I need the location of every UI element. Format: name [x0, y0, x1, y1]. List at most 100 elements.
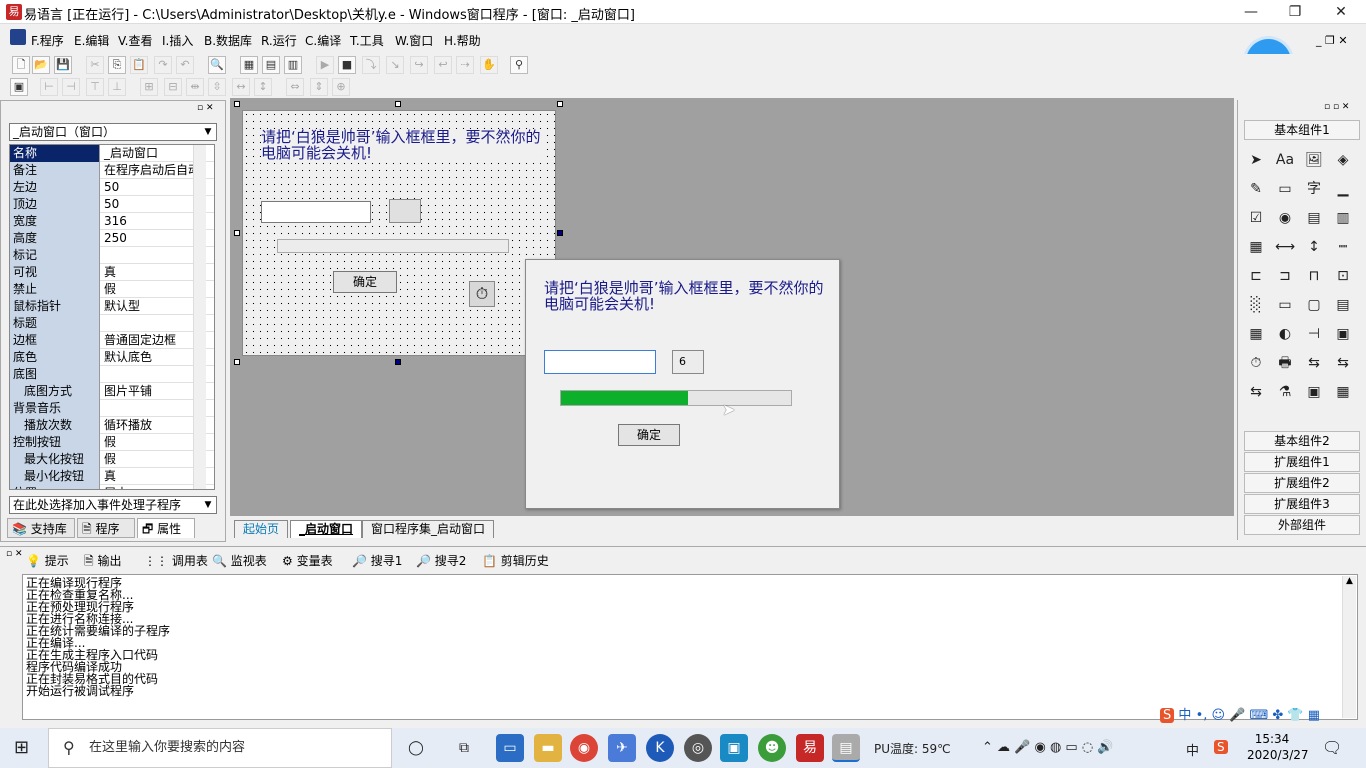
button-icon[interactable]: ▭	[1273, 293, 1297, 317]
answer-input[interactable]	[544, 350, 656, 374]
align-bottom-icon[interactable]: ⊟	[164, 78, 182, 96]
panel-icon[interactable]: ⊐	[1273, 264, 1297, 288]
box-icon[interactable]: ▣	[1302, 380, 1326, 404]
clock[interactable]: 15:34 2020/3/27	[1247, 731, 1309, 763]
menu-database[interactable]: B.数据库	[204, 32, 252, 49]
undo-icon[interactable]: ↶	[176, 56, 194, 74]
property-value[interactable]: 默认底色	[101, 349, 201, 366]
menu-view[interactable]: V.查看	[118, 32, 152, 49]
layout2-icon[interactable]: ▤	[262, 56, 280, 74]
resize-handle[interactable]	[234, 101, 240, 107]
tray-ime-label[interactable]: 中	[1186, 740, 1199, 759]
tab-properties[interactable]: 🗗 属性	[137, 518, 195, 538]
checkbox-icon[interactable]: ☑	[1244, 206, 1268, 230]
resize-handle[interactable]	[557, 230, 563, 236]
pipe-icon[interactable]: ⚗	[1273, 380, 1297, 404]
table-icon[interactable]: ⊡	[1331, 264, 1355, 288]
edit-icon[interactable]: ✎	[1244, 177, 1268, 201]
layout1-icon[interactable]: ▦	[240, 56, 258, 74]
tray-icons[interactable]: ⌃ ☁ 🎤 ◉ ◍ ▭ ◌ 🔊	[982, 740, 1114, 755]
menu-program[interactable]: F.程序	[31, 32, 64, 49]
menu-tools[interactable]: T.工具	[350, 32, 384, 49]
property-row[interactable]: 可视真	[10, 264, 214, 281]
property-row[interactable]: 禁止假	[10, 281, 214, 298]
design-box[interactable]	[389, 199, 421, 223]
globe-icon[interactable]: ◐	[1273, 322, 1297, 346]
app-frog-icon[interactable]: ☻	[758, 734, 786, 762]
property-row[interactable]: 宽度 316	[10, 213, 214, 230]
hand-icon[interactable]: ✋	[480, 56, 498, 74]
pointer-icon[interactable]: ➤	[1244, 148, 1268, 172]
property-row[interactable]: 左边 50	[10, 179, 214, 196]
tab-watch[interactable]: 🔍 监视表	[212, 551, 267, 571]
property-value[interactable]: 50	[101, 196, 201, 213]
design-label[interactable]: 请把‘白狼是帅哥’输入框框里，要不然你的电脑可能会关机!	[261, 129, 541, 161]
tree-icon[interactable]: ▦	[1331, 380, 1355, 404]
network-icon[interactable]: ⇆	[1302, 351, 1326, 375]
group-basic-2[interactable]: 基本组件2	[1244, 431, 1360, 451]
property-row[interactable]: 备注 在程序启动后自动	[10, 162, 214, 179]
space-h-icon[interactable]: ⇹	[186, 78, 204, 96]
property-value[interactable]: _启动窗口	[101, 145, 201, 162]
resize-handle[interactable]	[234, 359, 240, 365]
list-icon[interactable]: ▤	[1331, 293, 1355, 317]
event-select[interactable]: 在此处选择加入事件处理子程序 ▼	[9, 496, 217, 514]
run-icon[interactable]: ▶	[316, 56, 334, 74]
menu-edit[interactable]: E.编辑	[74, 32, 109, 49]
tab-startup-window[interactable]: _启动窗口	[290, 520, 363, 538]
ruler-icon[interactable]: ┉	[1331, 235, 1355, 259]
group-external[interactable]: 外部组件	[1244, 515, 1360, 535]
timer-icon[interactable]: ⏱	[1244, 351, 1268, 375]
app-board-icon[interactable]: ▣	[720, 734, 748, 762]
panel-close-icon[interactable]: ▫ ✕	[6, 549, 23, 559]
property-value[interactable]: 316	[101, 213, 201, 230]
app-running-icon[interactable]: ▤	[832, 734, 860, 762]
property-value[interactable]: 50	[101, 179, 201, 196]
property-row[interactable]: 标记	[10, 247, 214, 264]
shape-icon[interactable]: ◈	[1331, 148, 1355, 172]
property-row[interactable]: 底图方式 图片平铺	[10, 383, 214, 400]
network3-icon[interactable]: ⇆	[1244, 380, 1268, 404]
group-basic-1[interactable]: 基本组件1	[1244, 120, 1360, 140]
align-left-icon[interactable]: ⊢	[40, 78, 58, 96]
notification-icon[interactable]: 🗨	[1322, 738, 1342, 757]
taskbar-search[interactable]: ⚲ 在这里输入你要搜索的内容	[48, 728, 392, 768]
align-center-icon[interactable]: ⊣	[62, 78, 80, 96]
center-h-icon[interactable]: ⇔	[286, 78, 304, 96]
menu-insert[interactable]: I.插入	[162, 32, 193, 49]
design-form[interactable]: 请把‘白狼是帅哥’输入框框里，要不然你的电脑可能会关机! 确定 ⏱	[242, 110, 556, 356]
grid-icon[interactable]: ▦	[1244, 235, 1268, 259]
calendar-icon[interactable]: ▦	[1244, 322, 1268, 346]
step-into-icon[interactable]: ↘	[386, 56, 404, 74]
windows-start-icon[interactable]: ⊞	[14, 738, 34, 758]
save-icon[interactable]: 💾	[54, 56, 72, 74]
app-camera-icon[interactable]: ◎	[684, 734, 712, 762]
tab-output[interactable]: 🗎 输出	[84, 551, 122, 571]
tab-hint[interactable]: 💡 提示	[26, 551, 69, 571]
property-value[interactable]: 250	[101, 230, 201, 247]
property-value[interactable]: 真	[101, 264, 201, 281]
property-value[interactable]: 假	[101, 451, 201, 468]
group-ext-2[interactable]: 扩展组件2	[1244, 473, 1360, 493]
hscroll-icon[interactable]: ⟷	[1273, 235, 1297, 259]
property-value[interactable]: 默认型	[101, 298, 201, 315]
same-height-icon[interactable]: ↕	[254, 78, 272, 96]
frame-icon[interactable]: ▭	[1273, 177, 1297, 201]
output-scrollbar[interactable]: ▲	[1342, 576, 1356, 718]
app-e-language-icon[interactable]: 易	[796, 734, 824, 762]
property-row[interactable]: 控制按钮假	[10, 434, 214, 451]
property-row[interactable]: 边框 普通固定边框	[10, 332, 214, 349]
tab-window-assembly[interactable]: 窗口程序集_启动窗口	[362, 520, 495, 538]
cortana-icon[interactable]: ◯	[402, 734, 430, 762]
align-middle-icon[interactable]: ⊞	[140, 78, 158, 96]
tab-clip-history[interactable]: 📋 剪辑历史	[482, 551, 549, 571]
new-file-icon[interactable]: 🗋	[12, 56, 30, 74]
radio-icon[interactable]: ◉	[1273, 206, 1297, 230]
same-width-icon[interactable]: ↔	[232, 78, 250, 96]
app-k-icon[interactable]: K	[646, 734, 674, 762]
app-feishu-icon[interactable]: ✈	[608, 734, 636, 762]
close-button[interactable]: ✕	[1318, 0, 1364, 24]
tab-variables[interactable]: ⚙ 变量表	[282, 551, 333, 571]
property-grid[interactable]: 名称 _启动窗口 备注 在程序启动后自动 左边 50 顶边 50 宽度 316 高度 250 标记 可视真…	[9, 144, 215, 490]
output-log[interactable]: 正在编译现行程序 正在检查重复名称... 正在预处理现行程序 正在进行名称连接... 正…	[22, 574, 1358, 720]
